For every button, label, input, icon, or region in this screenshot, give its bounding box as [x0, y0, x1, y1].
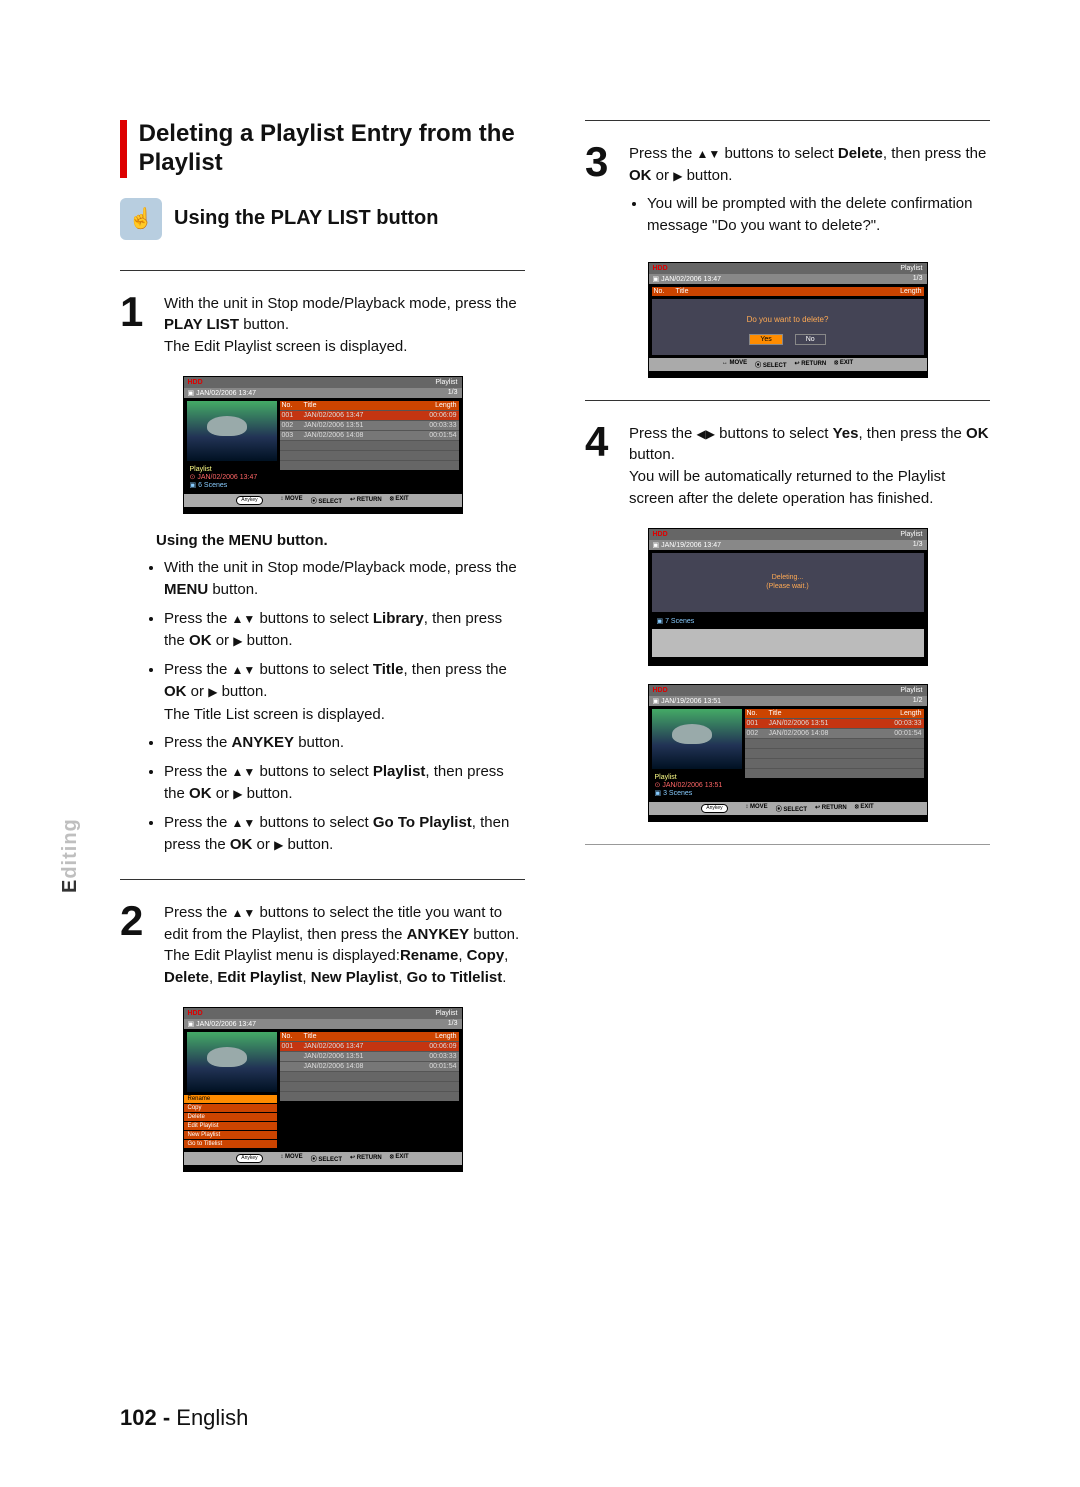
divider	[120, 270, 525, 271]
updown-icon	[232, 610, 256, 627]
divider	[585, 400, 990, 401]
side-tab-rest: diting	[59, 818, 81, 878]
updown-icon	[697, 145, 721, 162]
side-tab: Editing	[59, 818, 82, 893]
step-4-body: Press the buttons to select Yes, then pr…	[629, 423, 990, 510]
hand-icon: ☝	[120, 198, 162, 240]
osd-screen-deleting: HDDPlaylist ▣ JAN/19/2006 13:471/3 Delet…	[648, 528, 928, 667]
osd-screen-confirm: HDDPlaylist ▣ JAN/02/2006 13:471/3 No.Ti…	[648, 262, 928, 378]
osd-screen-anykey-menu: HDDPlaylist ▣ JAN/02/2006 13:471/3 Renam…	[183, 1007, 463, 1172]
step-3-body: Press the buttons to select Delete, then…	[629, 143, 990, 244]
step-number-4: 4	[585, 423, 629, 461]
dialog-yes-button[interactable]: Yes	[749, 334, 782, 345]
updown-icon	[232, 814, 256, 831]
section-title: Deleting a Playlist Entry from the Playl…	[139, 120, 525, 178]
side-tab-e: E	[59, 879, 81, 893]
updown-icon	[232, 763, 256, 780]
page-footer: 102 - English	[120, 1405, 248, 1431]
step-number-3: 3	[585, 143, 629, 181]
osd-screen-result: HDDPlaylist ▣ JAN/19/2006 13:511/2 Playl…	[648, 684, 928, 822]
menu-heading: Using the MENU button.	[156, 532, 525, 549]
step-number-2: 2	[120, 902, 164, 940]
updown-icon	[232, 904, 256, 921]
menu-bullets: With the unit in Stop mode/Playback mode…	[120, 557, 525, 857]
divider	[585, 844, 990, 845]
osd-screen-playlist: HDDPlaylist ▣ JAN/02/2006 13:471/3 Playl…	[183, 376, 463, 514]
step-2-body: Press the buttons to select the title yo…	[164, 902, 525, 989]
sub-title: Using the PLAY LIST button	[174, 207, 438, 230]
right-icon	[274, 836, 283, 853]
heading-red-bar	[120, 120, 127, 178]
leftright-icon	[697, 425, 715, 442]
dialog-no-button[interactable]: No	[795, 334, 826, 345]
divider	[585, 120, 990, 121]
step-1-body: With the unit in Stop mode/Playback mode…	[164, 293, 525, 358]
divider	[120, 879, 525, 880]
updown-icon	[232, 661, 256, 678]
step-number-1: 1	[120, 293, 164, 331]
